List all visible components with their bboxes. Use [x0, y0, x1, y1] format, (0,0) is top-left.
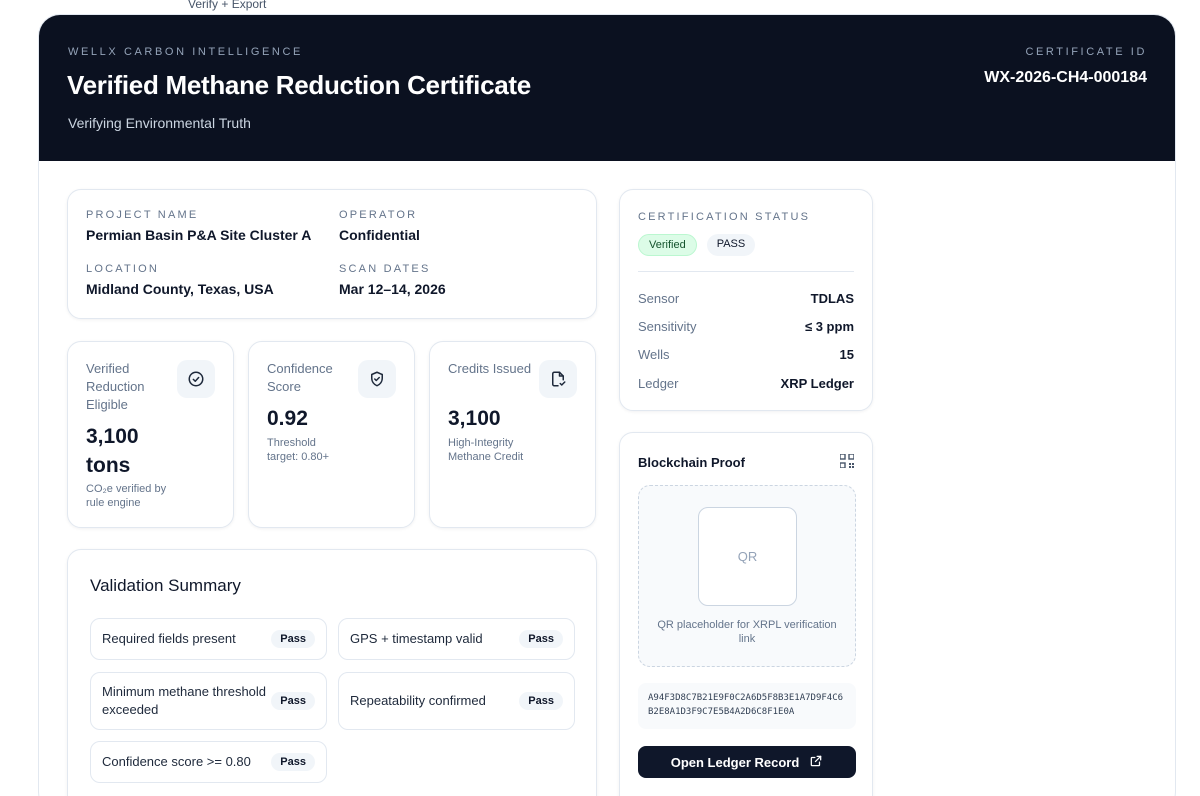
metric-value: 0.92	[267, 407, 308, 430]
status-value: TDLAS	[810, 291, 854, 306]
location-field: LOCATION Midland County, Texas, USA	[86, 263, 274, 297]
status-key: Sensor	[638, 291, 680, 306]
pass-status-badge: PASS	[706, 234, 756, 256]
validation-check-item: Confidence score >= 0.80 Pass	[90, 741, 327, 783]
certificate-frame: WELLX CARBON INTELLIGENCE Verified Metha…	[38, 14, 1176, 796]
validation-check-item: Repeatability confirmed Pass	[338, 672, 575, 730]
status-key: Ledger	[638, 376, 679, 391]
certificate-id-label: CERTIFICATE ID	[1025, 46, 1147, 58]
validation-check-item: Minimum methane threshold exceeded Pass	[90, 672, 327, 730]
certificate-id: WX-2026-CH4-000184	[984, 69, 1147, 86]
tab-verify-export[interactable]: Verify + Export	[188, 0, 266, 11]
validation-check-item: GPS + timestamp valid Pass	[338, 618, 575, 660]
check-text: GPS + timestamp valid	[350, 631, 483, 646]
blockchain-proof-title: Blockchain Proof	[638, 455, 745, 470]
metric-sub: High-Integrity Methane Credit	[448, 437, 524, 463]
certification-status-card: CERTIFICATION STATUS Verified PASS Senso…	[619, 189, 873, 411]
metric-value: 3,100	[448, 407, 501, 430]
check-text: Repeatability confirmed	[350, 693, 486, 708]
metric-sub: Threshold target: 0.80+	[267, 437, 330, 463]
qr-placeholder-zone: QR QR placeholder for XRPL verification …	[638, 485, 856, 667]
project-details-card: PROJECT NAME Permian Basin P&A Site Clus…	[67, 189, 597, 319]
external-link-icon	[809, 754, 823, 771]
page-title: Verified Methane Reduction Certificate	[67, 70, 531, 100]
operator-label: OPERATOR	[339, 209, 418, 221]
status-badges: Verified PASS	[638, 234, 756, 256]
operator-value: Confidential	[339, 227, 420, 243]
metric-label: Verified Reduction Eligible	[86, 361, 145, 412]
shield-check-icon	[358, 360, 396, 398]
pass-badge: Pass	[519, 630, 563, 648]
qr-caption: QR placeholder for XRPL verification lin…	[657, 619, 837, 645]
pass-badge: Pass	[519, 692, 563, 710]
metric-value: 3,100 tons	[86, 425, 139, 477]
open-ledger-record-label: Open Ledger Record	[670, 754, 800, 770]
blockchain-proof-card: Blockchain Proof QR QR placeholder for X…	[619, 432, 873, 796]
status-value: 15	[839, 347, 854, 362]
scan-dates-value: Mar 12–14, 2026	[339, 281, 446, 297]
scan-dates-field: SCAN DATES Mar 12–14, 2026	[339, 263, 446, 297]
qr-code-icon	[839, 453, 855, 473]
project-name-value: Permian Basin P&A Site Cluster A	[86, 227, 312, 243]
status-key: Wells	[638, 347, 670, 362]
status-row-sensor: Sensor TDLAS	[638, 291, 854, 306]
scan-dates-label: SCAN DATES	[339, 263, 431, 275]
operator-field: OPERATOR Confidential	[339, 209, 420, 243]
validation-title: Validation Summary	[90, 576, 241, 595]
validation-check-item: Required fields present Pass	[90, 618, 327, 660]
document-check-icon	[539, 360, 577, 398]
check-text: Confidence score >= 0.80	[102, 754, 251, 769]
metric-card-reduction: Verified Reduction Eligible 3,100 tons C…	[67, 341, 234, 528]
validation-summary-card: Validation Summary Required fields prese…	[67, 549, 597, 796]
metric-sub: CO₂e verified by rule engine	[86, 483, 167, 509]
metric-label: Credits Issued	[448, 361, 532, 376]
tagline: Verifying Environmental Truth	[68, 115, 251, 131]
status-value: XRP Ledger	[780, 376, 854, 391]
status-row-ledger: Ledger XRP Ledger	[638, 376, 854, 391]
status-row-wells: Wells 15	[638, 347, 854, 362]
qr-placeholder: QR	[698, 507, 797, 606]
metric-label: Confidence Score	[267, 361, 333, 394]
check-text: Minimum methane threshold exceeded	[102, 684, 267, 717]
pass-badge: Pass	[271, 753, 315, 771]
pass-badge: Pass	[271, 692, 315, 710]
pass-badge: Pass	[271, 630, 315, 648]
project-name-field: PROJECT NAME Permian Basin P&A Site Clus…	[86, 209, 311, 243]
metric-card-confidence: Confidence Score 0.92 Threshold target: …	[248, 341, 415, 528]
status-key: Sensitivity	[638, 319, 697, 334]
metric-card-credits: Credits Issued 3,100 High-Integrity Meth…	[429, 341, 596, 528]
open-ledger-record-button[interactable]: Open Ledger Record	[638, 746, 856, 778]
project-name-label: PROJECT NAME	[86, 209, 199, 221]
check-text: Required fields present	[102, 631, 236, 646]
location-value: Midland County, Texas, USA	[86, 281, 274, 297]
status-row-sensitivity: Sensitivity ≤ 3 ppm	[638, 319, 854, 334]
certificate-header: WELLX CARBON INTELLIGENCE Verified Metha…	[39, 15, 1175, 161]
location-label: LOCATION	[86, 263, 160, 275]
check-circle-icon	[177, 360, 215, 398]
transaction-hash: A94F3D8C7B21E9F0C2A6D5F8B3E1A7D9F4C6B2E8…	[638, 683, 856, 729]
brand-eyebrow: WELLX CARBON INTELLIGENCE	[68, 46, 303, 58]
divider	[638, 271, 854, 272]
verified-badge: Verified	[638, 234, 697, 256]
certification-status-label: CERTIFICATION STATUS	[638, 211, 811, 223]
status-value: ≤ 3 ppm	[804, 319, 854, 334]
